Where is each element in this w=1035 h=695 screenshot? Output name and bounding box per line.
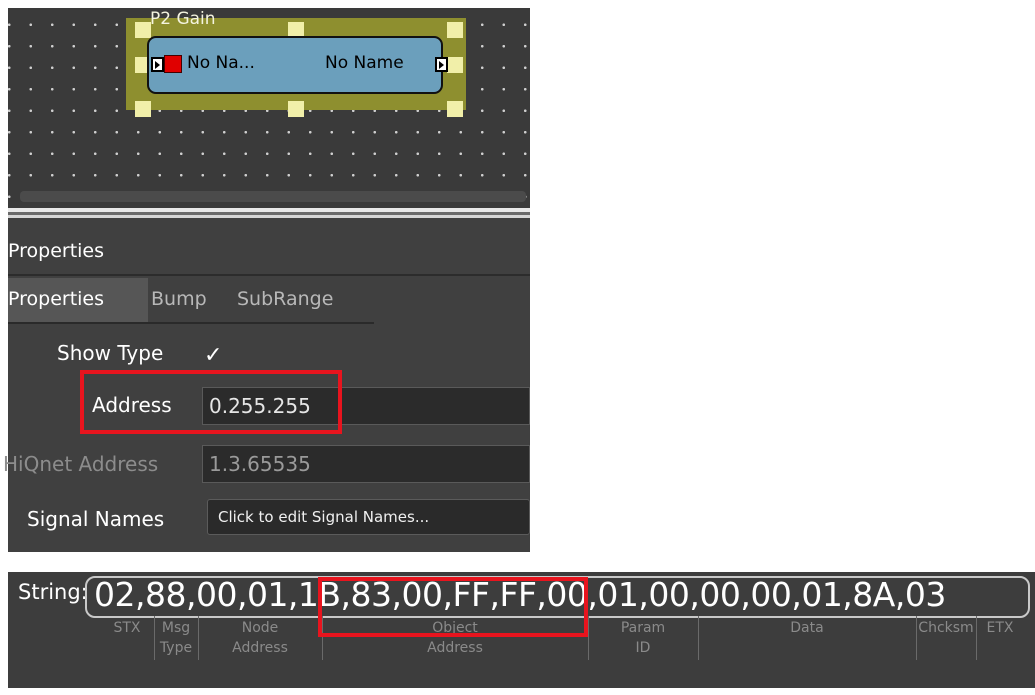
tab-properties[interactable]: Properties (8, 278, 148, 322)
segment-divider (154, 616, 155, 660)
segment-label-line: Type (159, 640, 193, 656)
segment-label: ETX (976, 618, 1024, 638)
segment-label-line: ID (635, 640, 651, 656)
show-type-checkbox[interactable]: ✓ (204, 343, 222, 368)
output-signal-name: No Name (325, 53, 404, 73)
port-arrow-icon (439, 61, 444, 69)
resize-handle[interactable] (447, 57, 463, 73)
tab-bump[interactable]: Bump (151, 278, 207, 322)
segment-label-line: Address (232, 640, 288, 656)
block-title: P2 Gain (150, 9, 216, 29)
segment-label: Node Address (200, 618, 320, 658)
segment-label: Chcksm (916, 618, 976, 638)
segment-label-line: Node (241, 620, 279, 636)
segment-label: STX (103, 618, 151, 638)
output-port[interactable] (435, 57, 448, 72)
segment-divider (588, 616, 589, 660)
signal-indicator-icon (164, 55, 182, 73)
segment-label-line: ETX (986, 620, 1014, 636)
resize-handle[interactable] (135, 101, 151, 117)
panel-title: Properties (8, 240, 105, 262)
segment-label: Msg Type (156, 618, 196, 658)
segment-label-line: Chcksm (918, 620, 974, 636)
segment-label: Data (700, 618, 914, 638)
show-type-label: Show Type (57, 341, 164, 365)
divider (8, 274, 530, 276)
signal-names-label: Signal Names (27, 507, 165, 531)
port-arrow-icon (155, 61, 160, 69)
divider (8, 322, 374, 324)
string-label: String: (18, 580, 88, 604)
segment-label-line: Param (620, 620, 666, 636)
segment-divider (698, 616, 699, 660)
canvas-scrollbar[interactable] (20, 191, 526, 202)
resize-handle[interactable] (447, 22, 463, 38)
segment-label-line: Address (427, 640, 483, 656)
edit-signal-names-button[interactable]: Click to edit Signal Names... (207, 499, 530, 535)
resize-handle[interactable] (447, 101, 463, 117)
hiqnet-address-field: 1.3.65535 (202, 445, 530, 483)
segment-label-line: STX (113, 620, 141, 636)
segment-label-line: Data (790, 620, 824, 636)
segment-label: Param ID (590, 618, 696, 658)
object-address-highlight (318, 577, 588, 637)
address-highlight (80, 370, 342, 434)
tab-label: Properties (8, 288, 105, 310)
resize-handle[interactable] (288, 101, 304, 117)
tab-subrange[interactable]: SubRange (237, 278, 333, 322)
input-signal-name: No Na... (187, 53, 255, 73)
resize-handle[interactable] (135, 22, 151, 38)
hiqnet-address-label: HiQnet Address (3, 452, 159, 476)
segment-label-line: Msg (161, 620, 191, 636)
segment-divider (198, 616, 199, 660)
input-port[interactable] (151, 57, 164, 72)
